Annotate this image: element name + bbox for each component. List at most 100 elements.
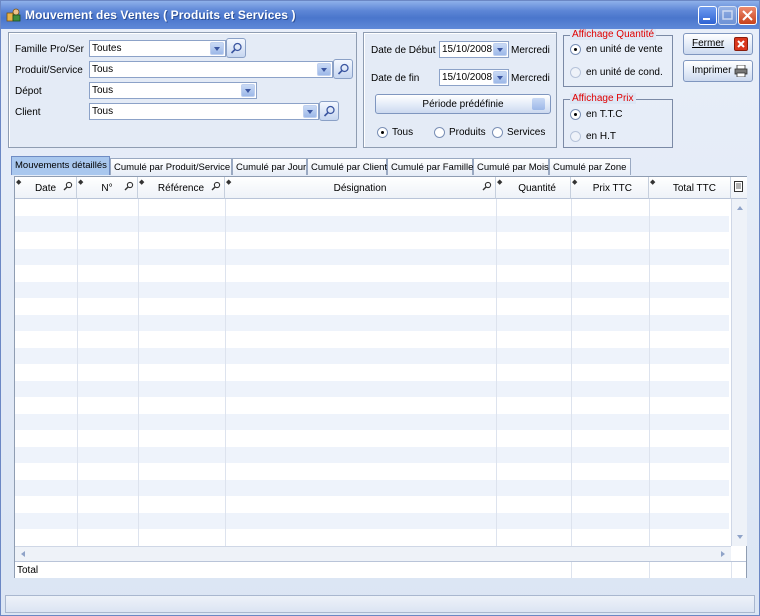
quantite-unite-cond-radio[interactable]	[570, 67, 581, 78]
table-row[interactable]	[15, 496, 729, 512]
table-row[interactable]	[15, 380, 729, 397]
date-fin-label: Date de fin	[371, 73, 420, 84]
search-icon[interactable]	[211, 181, 221, 194]
client-search-button[interactable]	[319, 101, 339, 121]
imprimer-label: Imprimer	[692, 65, 732, 76]
tab-cumule-jour[interactable]: Cumulé par Jour	[232, 158, 307, 175]
chevron-down-icon[interactable]	[241, 84, 255, 97]
search-icon[interactable]	[124, 181, 134, 194]
table-row[interactable]	[15, 397, 729, 413]
date-debut-picker[interactable]: 15/10/2008	[439, 41, 509, 58]
table-row[interactable]	[15, 446, 729, 463]
mouvements-table: ◆ Date ◆ N° ◆ Référence ◆ Désignation ◆ …	[14, 176, 747, 578]
chevron-down-icon[interactable]	[210, 42, 224, 55]
depot-label: Dépot	[15, 86, 42, 97]
famille-combo[interactable]: Toutes	[89, 40, 226, 57]
chevron-down-icon[interactable]	[303, 105, 317, 118]
tab-cumule-famille[interactable]: Cumulé par Famille	[387, 158, 473, 175]
vertical-scrollbar[interactable]	[731, 199, 747, 546]
produit-combo[interactable]: Tous	[89, 61, 333, 78]
search-icon	[337, 63, 349, 75]
tab-cumule-zone[interactable]: Cumulé par Zone	[549, 158, 631, 175]
printer-icon	[734, 64, 748, 80]
chevron-down-icon[interactable]	[493, 71, 507, 84]
chevron-down-icon[interactable]	[317, 63, 331, 76]
produit-value: Tous	[92, 64, 114, 75]
tab-cumule-client[interactable]: Cumulé par Client	[307, 158, 387, 175]
table-row[interactable]	[15, 199, 729, 215]
depot-combo[interactable]: Tous	[89, 82, 257, 99]
famille-value: Toutes	[92, 43, 122, 54]
table-row[interactable]	[15, 463, 729, 479]
table-row[interactable]	[15, 248, 729, 265]
table-footer: Total	[15, 561, 746, 578]
quantite-unite-vente-radio[interactable]	[570, 44, 581, 55]
scroll-right-icon	[721, 551, 725, 557]
affichage-prix-legend: Affichage Prix	[570, 93, 636, 104]
depot-value: Tous	[92, 85, 114, 96]
minimize-button[interactable]	[698, 6, 717, 25]
quantite-unite-cond-label: en unité de cond.	[586, 67, 663, 78]
total-label: Total	[17, 565, 39, 576]
fermer-button[interactable]: Fermer	[683, 33, 753, 55]
produit-search-button[interactable]	[333, 59, 353, 79]
produit-label: Produit/Service	[15, 65, 83, 76]
maximize-button[interactable]	[718, 6, 737, 25]
scroll-left-icon	[21, 551, 25, 557]
table-row[interactable]	[15, 298, 729, 314]
date-fin-picker[interactable]: 15/10/2008	[439, 69, 509, 86]
column-header-date[interactable]: ◆ Date	[15, 177, 77, 199]
type-tous-radio[interactable]	[377, 127, 388, 138]
search-icon[interactable]	[482, 181, 492, 194]
famille-search-button[interactable]	[226, 38, 246, 58]
table-row[interactable]	[15, 364, 729, 380]
scroll-up-icon	[737, 206, 743, 210]
date-fin-day: Mercredi	[511, 73, 550, 84]
table-row[interactable]	[15, 331, 729, 347]
table-row[interactable]	[15, 413, 729, 430]
table-row[interactable]	[15, 529, 729, 545]
horizontal-scrollbar[interactable]	[15, 546, 731, 561]
window: Mouvement des Ventes ( Produits et Servi…	[0, 0, 760, 616]
date-debut-label: Date de Début	[371, 45, 436, 56]
scroll-down-icon	[737, 535, 743, 539]
table-row[interactable]	[15, 265, 729, 281]
client-combo[interactable]: Tous	[89, 103, 319, 120]
table-row[interactable]	[15, 430, 729, 446]
table-row[interactable]	[15, 347, 729, 364]
table-row[interactable]	[15, 314, 729, 331]
type-services-label: Services	[507, 127, 546, 138]
table-row[interactable]	[15, 281, 729, 298]
column-header-quantite[interactable]: ◆ Quantité	[496, 177, 571, 199]
prix-ttc-radio[interactable]	[570, 109, 581, 120]
tab-mouvements-detailles[interactable]: Mouvements détaillés	[11, 156, 110, 175]
prix-ht-radio[interactable]	[570, 131, 581, 142]
type-produits-label: Produits	[449, 127, 486, 138]
table-row[interactable]	[15, 232, 729, 248]
search-icon	[230, 42, 242, 54]
periode-predefinie-button[interactable]: Période prédéfinie	[375, 94, 551, 114]
chevron-down-icon[interactable]	[493, 43, 507, 56]
search-icon[interactable]	[63, 181, 73, 194]
column-divider	[496, 199, 497, 546]
column-header-total-ttc[interactable]: ◆ Total TTC	[649, 177, 731, 199]
column-chooser-button[interactable]	[731, 177, 747, 199]
tab-cumule-mois[interactable]: Cumulé par Mois	[473, 158, 549, 175]
client-value: Tous	[92, 106, 114, 117]
imprimer-button[interactable]: Imprimer	[683, 60, 753, 82]
column-divider	[649, 199, 650, 546]
type-services-radio[interactable]	[492, 127, 503, 138]
footer-divider	[731, 562, 732, 578]
close-window-button[interactable]	[738, 6, 757, 25]
affichage-quantite-legend: Affichage Quantité	[570, 29, 657, 40]
tab-cumule-produit-service[interactable]: Cumulé par Produit/Service	[110, 158, 232, 175]
column-header-reference[interactable]: ◆ Référence	[138, 177, 225, 199]
table-row[interactable]	[15, 512, 729, 529]
column-header-numero[interactable]: ◆ N°	[77, 177, 138, 199]
type-produits-radio[interactable]	[434, 127, 445, 138]
table-row[interactable]	[15, 479, 729, 496]
column-header-prix-ttc[interactable]: ◆ Prix TTC	[571, 177, 649, 199]
table-row[interactable]	[15, 215, 729, 232]
column-header-designation[interactable]: ◆ Désignation	[225, 177, 496, 199]
title-bar[interactable]: Mouvement des Ventes ( Produits et Servi…	[1, 1, 759, 29]
